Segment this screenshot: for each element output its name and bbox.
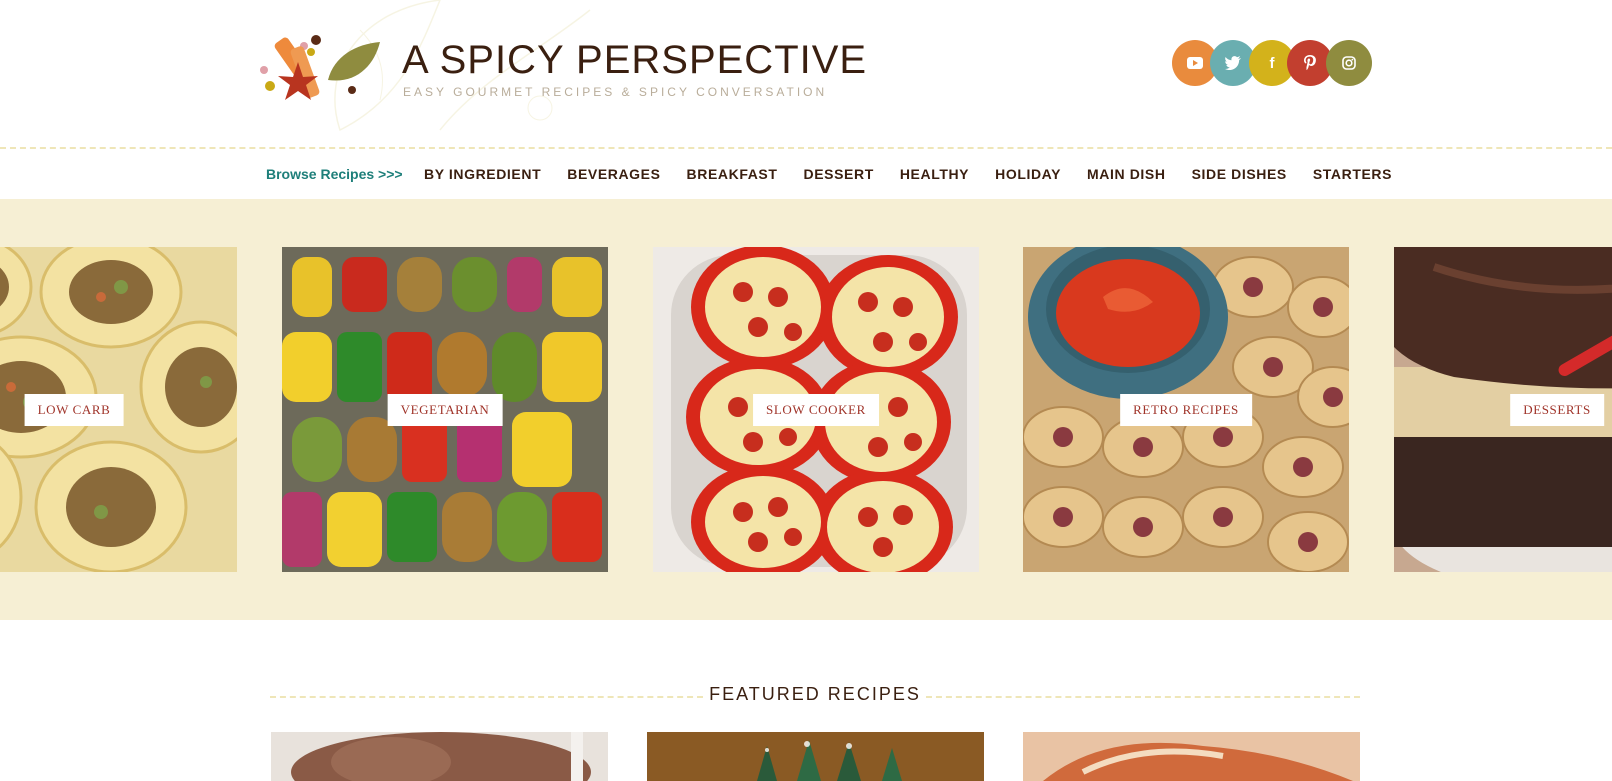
featured-recipe-image — [271, 732, 608, 781]
main-nav: Browse Recipes >>> BY INGREDIENT BEVERAG… — [0, 150, 1612, 198]
category-slide-vegetarian[interactable]: VEGETARIAN — [282, 247, 608, 572]
category-label[interactable]: RETRO RECIPES — [1120, 394, 1252, 426]
category-slide-low-carb[interactable]: LOW CARB — [0, 247, 237, 572]
nav-item-breakfast[interactable]: BREAKFAST — [687, 166, 778, 182]
nav-item-by-ingredient[interactable]: BY INGREDIENT — [424, 166, 541, 182]
nav-item-holiday[interactable]: HOLIDAY — [995, 166, 1061, 182]
site-header: A SPICY PERSPECTIVE EASY GOURMET RECIPES… — [0, 0, 1612, 146]
featured-recipe-image — [647, 732, 984, 781]
nav-menu: BY INGREDIENT BEVERAGES BREAKFAST DESSER… — [424, 166, 1392, 182]
category-slide-retro-recipes[interactable]: RETRO RECIPES — [1023, 247, 1349, 572]
nav-item-main-dish[interactable]: MAIN DISH — [1087, 166, 1166, 182]
nav-item-starters[interactable]: STARTERS — [1313, 166, 1392, 182]
nav-item-dessert[interactable]: DESSERT — [804, 166, 874, 182]
header-divider — [0, 147, 1612, 149]
featured-recipe-card[interactable] — [1023, 732, 1360, 781]
site-tagline: EASY GOURMET RECIPES & SPICY CONVERSATIO… — [403, 85, 828, 99]
category-label[interactable]: DESSERTS — [1510, 394, 1604, 426]
category-label[interactable]: VEGETARIAN — [387, 394, 503, 426]
category-slide-slow-cooker[interactable]: SLOW COOKER — [653, 247, 979, 572]
category-label[interactable]: SLOW COOKER — [753, 394, 879, 426]
site-logo[interactable] — [256, 26, 386, 108]
featured-recipe-card[interactable] — [647, 732, 984, 781]
nav-item-side-dishes[interactable]: SIDE DISHES — [1192, 166, 1287, 182]
featured-recipes-heading: FEATURED RECIPES — [709, 684, 921, 704]
nav-item-beverages[interactable]: BEVERAGES — [567, 166, 660, 182]
site-title[interactable]: A SPICY PERSPECTIVE — [402, 38, 867, 83]
featured-rule-right — [926, 696, 1360, 698]
nav-item-healthy[interactable]: HEALTHY — [900, 166, 969, 182]
category-label[interactable]: LOW CARB — [24, 394, 124, 426]
featured-recipe-card[interactable] — [271, 732, 608, 781]
instagram-icon[interactable] — [1326, 40, 1372, 86]
category-slide-desserts[interactable]: DESSERTS — [1394, 247, 1612, 572]
featured-recipe-image — [1023, 732, 1360, 781]
browse-recipes-link[interactable]: Browse Recipes >>> — [266, 166, 403, 182]
category-carousel: LOW CARB VEGETARIAN SLOW COOKER RETRO RE… — [0, 199, 1612, 620]
